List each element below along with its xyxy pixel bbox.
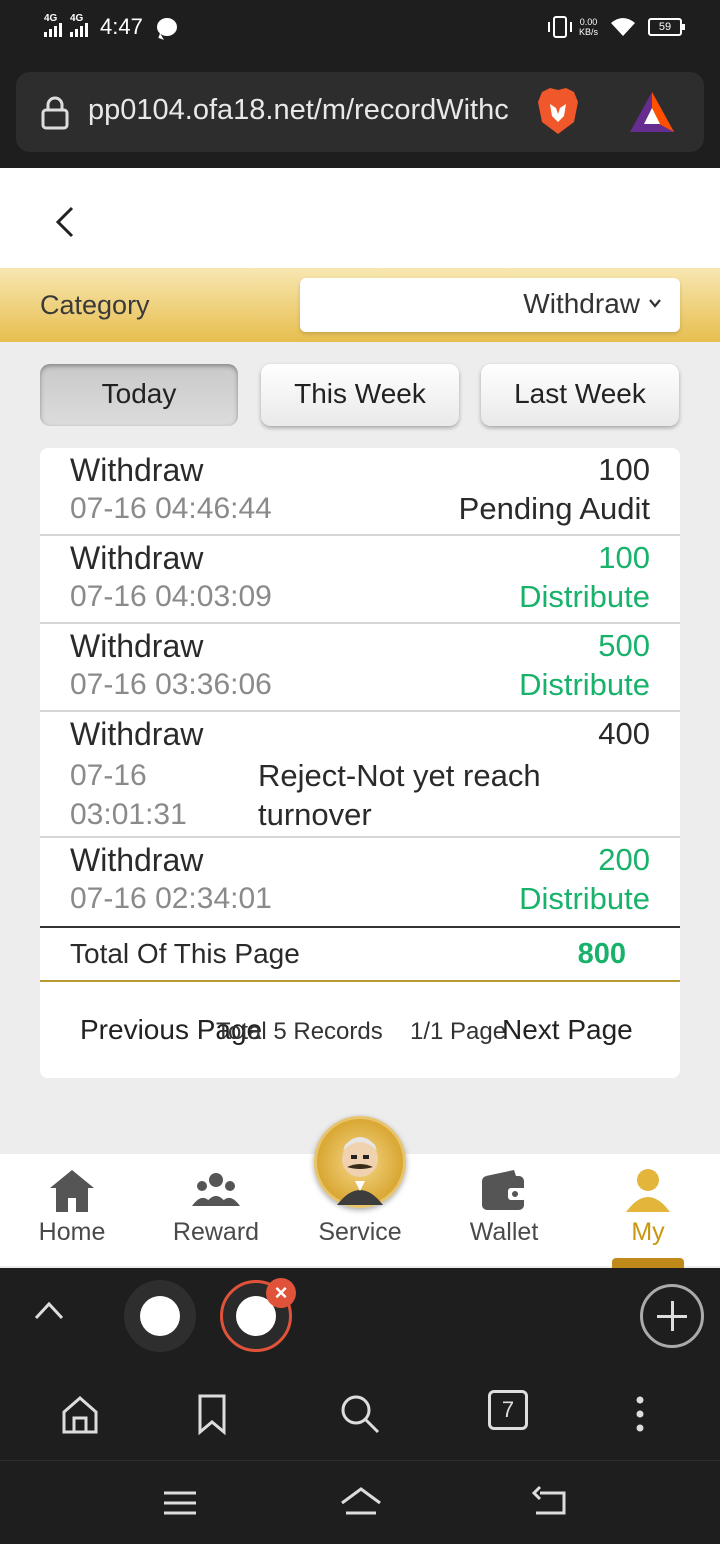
category-bar: Category Withdraw	[0, 268, 720, 342]
record-type: Withdraw	[70, 540, 204, 576]
wifi-icon	[611, 18, 635, 36]
tab-favicon	[140, 1296, 180, 1336]
record-status: Distribute	[519, 579, 650, 614]
nav-service-label: Service	[318, 1218, 402, 1246]
tab-count-button[interactable]: 7	[488, 1390, 528, 1430]
service-avatar[interactable]	[314, 1116, 406, 1208]
record-amount: 200	[598, 842, 650, 877]
record-status: Reject-Not yet reach turnover	[258, 758, 541, 832]
record-time: 07-16 03:01:31	[70, 759, 187, 831]
record-amount: 100	[598, 452, 650, 487]
total-value: 800	[577, 938, 626, 970]
clock: 4:47	[100, 14, 143, 39]
tab-last-week[interactable]: Last Week	[481, 364, 679, 426]
status-bar: 4G 4G 4:47 0.00 KB/s 59	[0, 0, 720, 58]
search-icon[interactable]	[338, 1392, 382, 1436]
nav-my[interactable]: My	[576, 1154, 720, 1266]
page-total-row: Total Of This Page 800	[40, 926, 680, 982]
record-type: Withdraw	[70, 452, 204, 488]
chevron-down-icon	[649, 299, 661, 308]
service-avatar-face	[337, 1137, 383, 1205]
message-icon	[156, 18, 177, 36]
tab-this-week[interactable]: This Week	[261, 364, 459, 426]
record-amount: 500	[598, 628, 650, 663]
chevron-up-icon[interactable]	[32, 1294, 66, 1328]
signal-icon: 4G	[44, 13, 62, 37]
page-header	[0, 168, 720, 268]
new-tab-button[interactable]	[640, 1284, 704, 1348]
record-time: 07-16 03:36:06	[70, 668, 272, 701]
nav-reward[interactable]: Reward	[144, 1154, 288, 1266]
bookmark-icon[interactable]	[190, 1392, 234, 1436]
bat-rewards-icon[interactable]	[628, 90, 676, 134]
record-row[interactable]: Withdraw 07-16 03:36:06 500 Distribute	[40, 624, 680, 712]
network-speed: 0.00 KB/s	[578, 17, 598, 37]
record-amount: 400	[598, 716, 650, 751]
browser-tab-1[interactable]	[124, 1280, 196, 1352]
more-menu-icon[interactable]	[618, 1392, 662, 1436]
browser-tab-strip	[0, 1268, 720, 1364]
record-row[interactable]: Withdraw 400 07-16 03:01:31 Reject-Not y…	[40, 712, 680, 838]
record-status: Distribute	[519, 881, 650, 916]
record-row[interactable]: Withdraw 07-16 04:03:09 100 Distribute	[40, 536, 680, 624]
brave-shield-icon[interactable]	[536, 86, 580, 136]
pagination: Previous Page Total 5 Records 1/1 Page N…	[40, 1008, 680, 1058]
network-type-1: 4G	[44, 13, 58, 24]
wallet-icon	[482, 1170, 526, 1210]
nav-my-label: My	[631, 1218, 665, 1246]
record-amount: 100	[598, 540, 650, 575]
record-status: Pending Audit	[458, 491, 650, 526]
next-page-button[interactable]: Next Page	[502, 1014, 633, 1046]
home-button-icon[interactable]	[338, 1485, 384, 1521]
browser-address-area: pp0104.ofa18.net/m/recordWithc	[0, 58, 720, 168]
record-row[interactable]: Withdraw 07-16 02:34:01 200 Distribute	[40, 838, 680, 926]
browser-toolbar	[0, 1364, 720, 1460]
url-text[interactable]: pp0104.ofa18.net/m/recordWithc	[88, 94, 528, 127]
group-icon	[192, 1173, 240, 1206]
page-number: 1/1 Page	[410, 1018, 507, 1045]
category-selected-value: Withdraw	[523, 288, 640, 319]
address-bar[interactable]: pp0104.ofa18.net/m/recordWithc	[16, 72, 704, 152]
date-filter-tabs: Today This Week Last Week	[40, 364, 680, 428]
records-list: Withdraw 07-16 04:46:44 100 Pending Audi…	[40, 448, 680, 1078]
back-icon[interactable]	[50, 204, 80, 240]
home-icon	[50, 1170, 94, 1212]
vibrate-icon	[547, 16, 572, 38]
total-records: Total 5 Records	[216, 1018, 383, 1045]
record-type: Withdraw	[70, 628, 204, 664]
system-nav-bar	[0, 1460, 720, 1544]
category-label: Category	[40, 290, 150, 320]
close-tab-icon[interactable]: ×	[266, 1278, 296, 1308]
nav-wallet[interactable]: Wallet	[432, 1154, 576, 1266]
total-label: Total Of This Page	[70, 938, 300, 969]
nav-home-label: Home	[38, 1218, 106, 1246]
back-button-icon[interactable]	[530, 1485, 570, 1521]
record-row[interactable]: Withdraw 07-16 04:46:44 100 Pending Audi…	[40, 448, 680, 536]
active-tab-indicator	[612, 1258, 684, 1268]
network-type-2: 4G	[70, 13, 84, 24]
record-type: Withdraw	[70, 716, 204, 752]
user-icon	[626, 1169, 670, 1212]
battery-icon: 59	[648, 18, 685, 36]
record-time: 07-16 04:03:09	[70, 580, 272, 613]
record-type: Withdraw	[70, 842, 204, 878]
nav-home[interactable]: Home	[0, 1154, 144, 1266]
record-time: 07-16 02:34:01	[70, 882, 272, 915]
tab-today[interactable]: Today	[40, 364, 238, 426]
record-status: Distribute	[519, 667, 650, 702]
recent-apps-icon[interactable]	[160, 1485, 200, 1521]
signal-icon-2: 4G	[70, 13, 88, 37]
page-content: Category Withdraw Today This Week Last W…	[0, 168, 720, 1268]
nav-wallet-label: Wallet	[469, 1218, 539, 1246]
nav-reward-label: Reward	[172, 1218, 260, 1246]
record-time: 07-16 04:46:44	[70, 492, 272, 525]
home-icon[interactable]	[58, 1392, 102, 1436]
category-select[interactable]: Withdraw	[300, 278, 680, 332]
lock-icon	[41, 96, 69, 130]
